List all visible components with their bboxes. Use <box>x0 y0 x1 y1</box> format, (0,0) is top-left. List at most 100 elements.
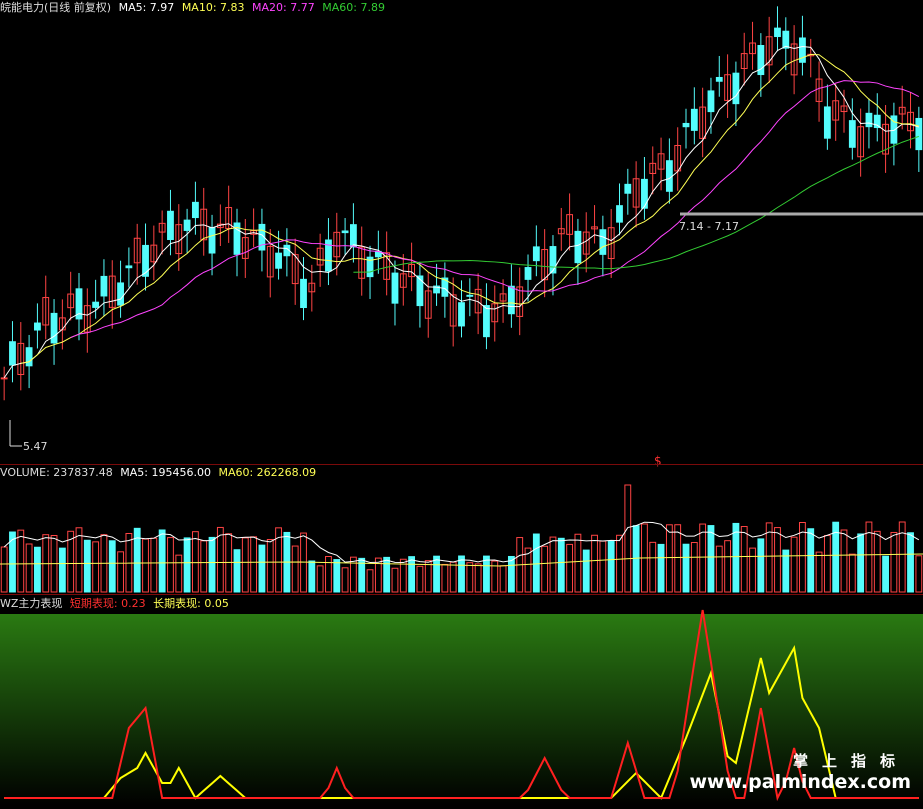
volume-bar <box>848 553 856 593</box>
volume-bar <box>907 532 914 593</box>
volume-bar <box>873 530 881 593</box>
volume-bar <box>0 546 8 593</box>
volume-bar <box>690 542 698 593</box>
volume-bar <box>715 545 723 593</box>
ma60-label: MA60: 7.89 <box>322 1 385 14</box>
volume-bar <box>549 536 557 593</box>
volume-bar <box>383 556 391 593</box>
volume-bar <box>474 563 482 593</box>
volume-bar <box>83 539 91 593</box>
ma10-line <box>20 54 919 364</box>
candle-body <box>707 90 715 113</box>
volume-bar <box>707 525 715 593</box>
volume-bar <box>599 540 607 593</box>
volume-bar <box>557 537 565 593</box>
low-price-label: 5.47 <box>23 440 48 453</box>
volume-bar <box>233 549 241 593</box>
volume-bar <box>349 556 357 593</box>
volume-bar <box>591 534 598 593</box>
short-term-label: 短期表现: 0.23 <box>69 597 146 610</box>
volume-bar <box>616 534 623 593</box>
volume-bar <box>466 562 474 593</box>
volume-bar <box>250 536 258 593</box>
volume-bar <box>266 538 274 593</box>
volume-bar <box>740 526 748 593</box>
candle-body <box>532 246 540 262</box>
candle-body <box>732 72 740 105</box>
volume-header: VOLUME: 237837.48 MA5: 195456.00 MA60: 2… <box>0 465 320 481</box>
volume-bar <box>191 531 199 593</box>
candle-body <box>125 265 133 269</box>
volume-bar <box>699 523 707 593</box>
volume-ma5-label: MA5: 195456.00 <box>120 466 211 479</box>
volume-bar <box>499 565 507 593</box>
volume-bar <box>449 561 457 593</box>
volume-bar <box>441 563 449 593</box>
volume-bar <box>291 545 299 593</box>
candle-body <box>690 108 698 131</box>
candle-body <box>275 252 282 269</box>
volume-bar <box>175 554 183 593</box>
volume-bar <box>408 556 416 593</box>
candle-body <box>458 302 465 327</box>
candle-body <box>483 305 490 338</box>
volume-bar <box>366 569 374 593</box>
ma20-label: MA20: 7.77 <box>252 1 315 14</box>
main-header: 皖能电力(日线 前复权) MA5: 7.97 MA10: 7.83 MA20: … <box>0 0 389 16</box>
candle-body <box>341 230 349 234</box>
candle-body <box>774 27 781 38</box>
candle-body <box>865 112 873 128</box>
indicator-header: WZ主力表现 短期表现: 0.23 长期表现: 0.05 <box>0 596 233 612</box>
candle-body <box>574 230 582 264</box>
candle-body <box>117 282 124 306</box>
candle-body <box>9 341 16 366</box>
volume-ma60-label: MA60: 262268.09 <box>218 466 317 479</box>
event-marker: $ <box>654 454 662 468</box>
chart-stage[interactable]: 7.14 - 7.17 5.47 $ <box>0 0 923 805</box>
volume-bar <box>724 540 732 593</box>
stock-chart-canvas[interactable]: 7.14 - 7.17 5.47 $ <box>0 0 923 805</box>
volume-bar <box>890 531 898 593</box>
volume-bar <box>108 540 116 593</box>
volume-bar <box>840 529 848 593</box>
candle-body <box>624 183 632 194</box>
volume-bar <box>208 536 216 593</box>
candle-body <box>682 122 690 128</box>
volume-bar <box>790 536 798 593</box>
candle-body <box>183 219 191 231</box>
ma5-label: MA5: 7.97 <box>118 1 175 14</box>
candle-body <box>848 120 856 148</box>
candle-body <box>915 117 923 151</box>
volume-bar <box>674 524 682 593</box>
ma10-label: MA10: 7.83 <box>181 1 245 14</box>
candle-body <box>191 201 199 219</box>
range-label: 7.14 - 7.17 <box>679 220 739 233</box>
volume-bar <box>416 565 424 593</box>
candle-body <box>208 227 216 254</box>
volume-bar <box>25 543 33 593</box>
volume-bar <box>183 537 191 593</box>
volume-bar <box>341 567 349 593</box>
volume-bar <box>507 555 515 593</box>
watermark-url: www.palmindex.com <box>689 771 911 793</box>
candle-body <box>167 210 174 241</box>
candle-body <box>92 301 100 308</box>
volume-bar <box>757 538 765 593</box>
candle-body <box>782 30 790 49</box>
long-term-label: 长期表现: 0.05 <box>153 597 229 610</box>
candle-body <box>665 160 673 192</box>
volume-bar <box>624 484 632 593</box>
volume-bar <box>541 545 549 593</box>
candle-body <box>466 294 474 297</box>
candle-body <box>391 272 399 304</box>
volume-bar <box>566 543 574 593</box>
indicator-name: WZ主力表现 <box>0 597 63 610</box>
volume-bar <box>17 529 25 593</box>
volume-bar <box>732 522 740 593</box>
volume-bar <box>308 560 316 593</box>
volume-bar <box>391 567 399 593</box>
volume-bar <box>657 543 665 593</box>
volume-bar <box>241 537 249 593</box>
volume-bar <box>258 544 266 593</box>
volume-bar <box>167 537 174 593</box>
